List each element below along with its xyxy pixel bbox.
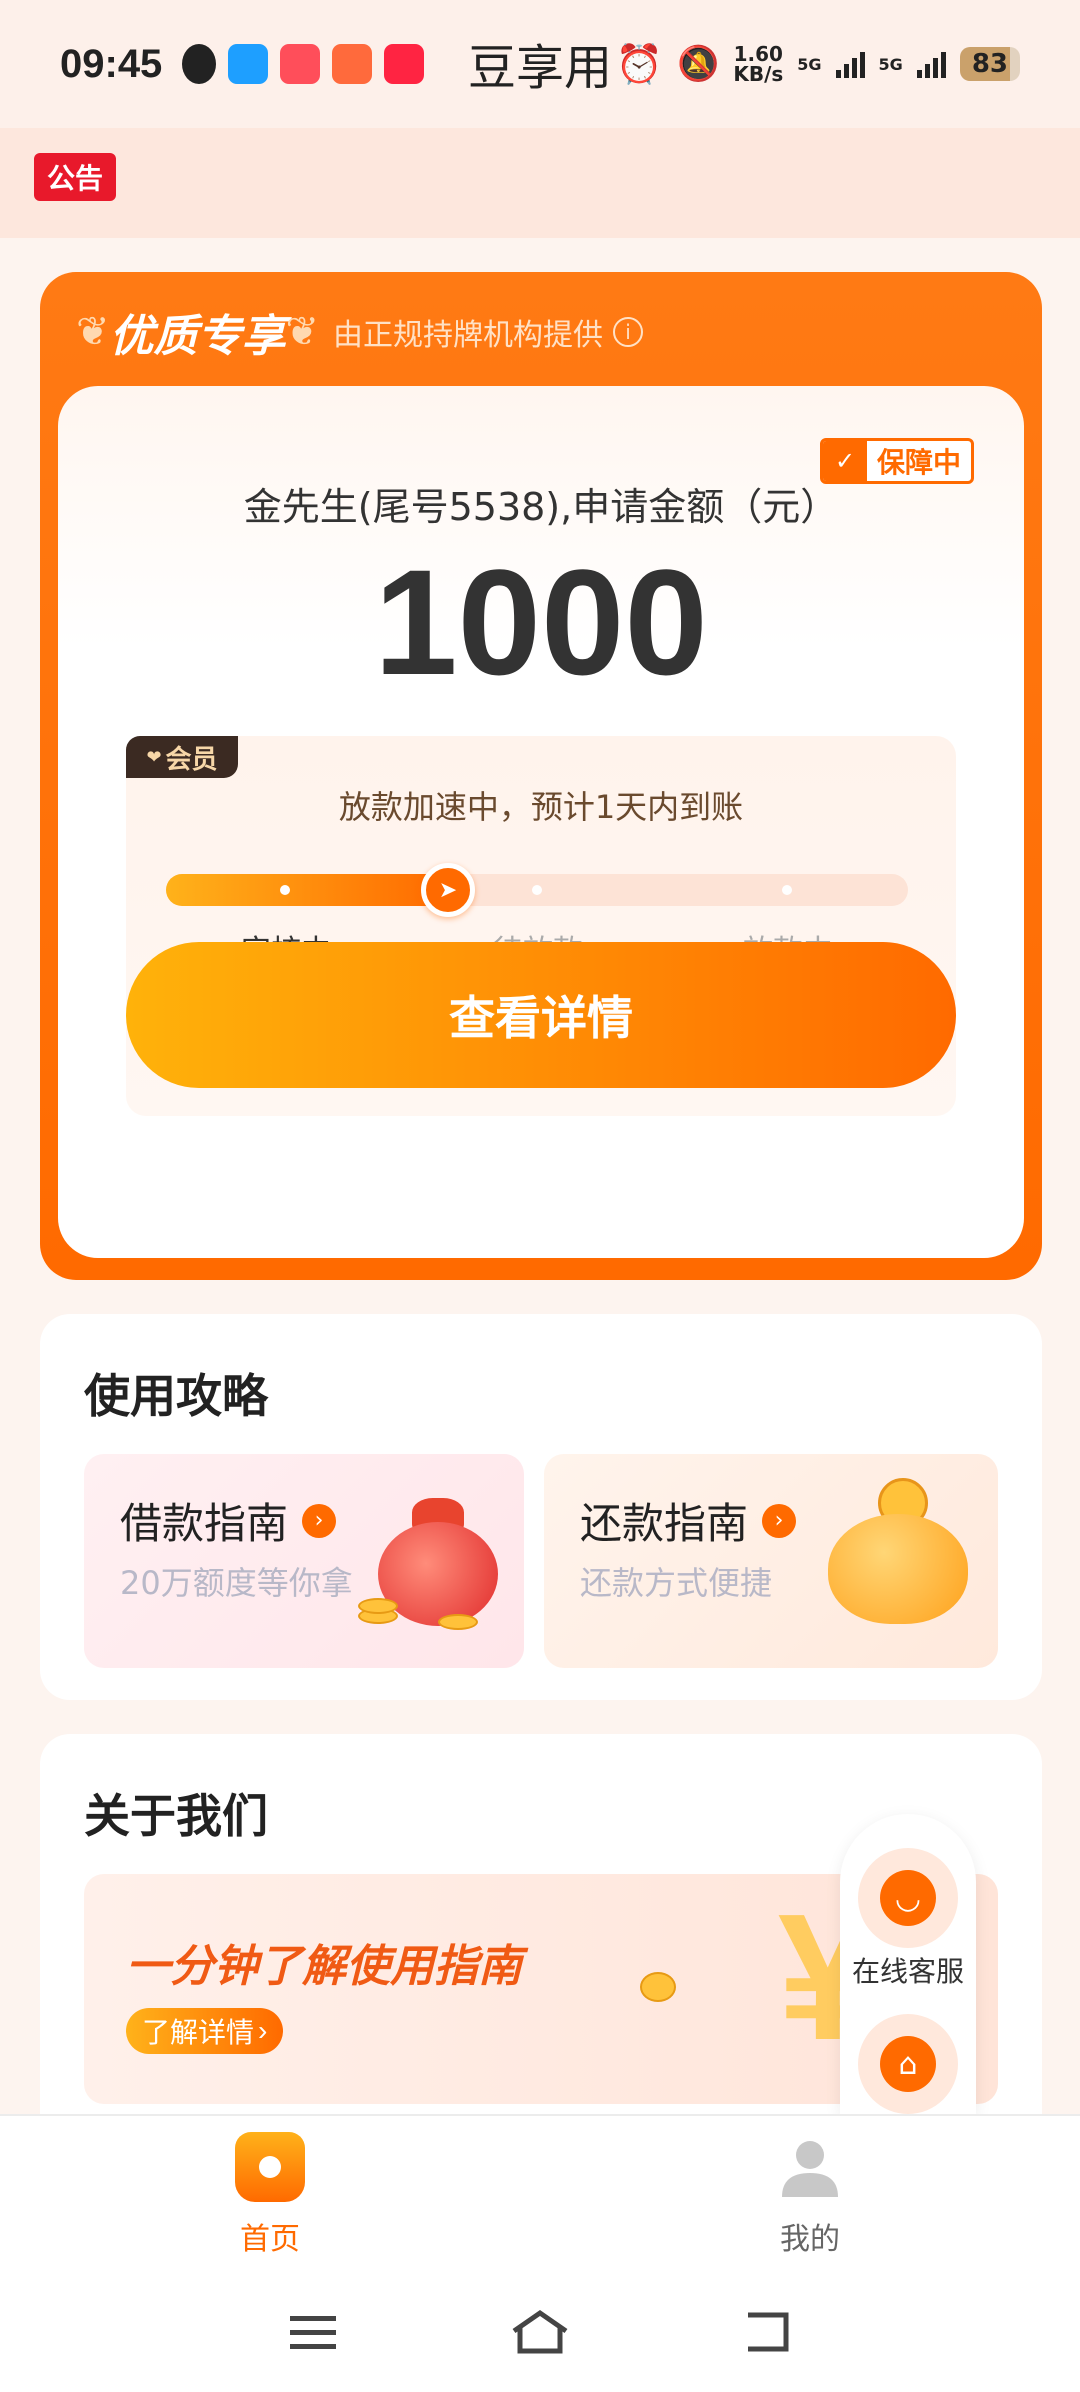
- guide-title: 使用攻略: [84, 1369, 268, 1423]
- notice-bar[interactable]: 公告: [0, 128, 1080, 238]
- menu-icon[interactable]: [278, 2297, 348, 2367]
- home-icon: [235, 2132, 305, 2202]
- customer-service-label: 在线客服: [851, 1955, 964, 1988]
- signal-label-2: 5G: [878, 54, 903, 74]
- laurel-left-icon: ❦: [76, 309, 110, 355]
- guide-card: 使用攻略 借款指南 › 20万额度等你拿 还款指南 › 还款方式便捷: [40, 1314, 1042, 1700]
- status-time: 09:45: [60, 41, 163, 86]
- system-nav: [0, 2272, 1080, 2392]
- kuaishou-icon: [332, 44, 373, 84]
- tile-title: 借款指南 ›: [120, 1490, 337, 1551]
- piggy-bank-icon: [828, 1514, 968, 1624]
- back-icon[interactable]: [732, 2297, 802, 2367]
- about-title: 关于我们: [84, 1789, 268, 1843]
- bottom-nav: 首页 我的: [0, 2114, 1080, 2272]
- chevron-right-icon: ›: [258, 2015, 268, 2046]
- signal-bars-1-icon: [835, 50, 865, 78]
- view-details-button[interactable]: 查看详情: [126, 942, 956, 1088]
- tile-title: 还款指南 ›: [580, 1490, 797, 1551]
- guarantee-label: 保障中: [877, 446, 962, 479]
- mute-icon: 🔕: [676, 44, 720, 84]
- home-button-icon[interactable]: [505, 2297, 575, 2367]
- notification-icons: [182, 44, 425, 84]
- coin-icon: [640, 1972, 676, 2002]
- battery-indicator: 83: [959, 47, 1020, 81]
- message-app-icon: [228, 44, 269, 84]
- application-panel: ✓ 保障中 金先生(尾号5538),申请金额（元） 1000 ❤ 会员 放款加速…: [58, 386, 1024, 1258]
- progress-dot: [782, 885, 792, 895]
- qq-icon: [182, 44, 217, 84]
- progress-dot: [280, 885, 290, 895]
- progress-track: ➤: [166, 863, 908, 917]
- progress-fill: [166, 874, 448, 906]
- alarm-icon: ⏰: [615, 41, 663, 86]
- tile-subtitle: 还款方式便捷: [580, 1564, 773, 1602]
- arrow-right-icon: ›: [302, 1503, 337, 1538]
- member-tag: ❤ 会员: [126, 736, 238, 778]
- applicant-info: 金先生(尾号5538),申请金额（元）: [243, 485, 839, 529]
- repay-guide-tile[interactable]: 还款指南 › 还款方式便捷: [544, 1454, 998, 1668]
- chat-icon[interactable]: ◡: [858, 1848, 958, 1948]
- net-speed: 1.60 KB/s: [733, 42, 784, 86]
- notice-badge: 公告: [34, 153, 116, 201]
- tab-mine[interactable]: 我的: [710, 2132, 910, 2258]
- game-app-icon: [280, 44, 321, 84]
- premium-title: 优质专享: [109, 311, 286, 362]
- arrow-right-icon: ›: [762, 1503, 797, 1538]
- money-bag-icon: [358, 1488, 498, 1630]
- tab-mine-label: 我的: [780, 2222, 840, 2257]
- status-right: ⏰ 🔕 1.60 KB/s 5G 5G 83: [616, 42, 1020, 87]
- user-icon: [775, 2132, 845, 2202]
- home-shortcut-icon[interactable]: ⌂: [858, 2014, 958, 2114]
- tab-home-label: 首页: [240, 2222, 300, 2257]
- rocket-icon: ➤: [420, 863, 475, 917]
- loan-guide-tile[interactable]: 借款指南 › 20万额度等你拿: [84, 1454, 524, 1668]
- tab-home[interactable]: 首页: [170, 2132, 370, 2258]
- laurel-right-icon: ❦: [285, 309, 320, 355]
- apply-amount: 1000: [374, 538, 708, 706]
- speed-text: 放款加速中，预计1天内到账: [338, 788, 744, 826]
- shield-check-icon: ✓: [823, 441, 867, 481]
- premium-subtitle: 由正规持牌机构提供: [333, 318, 604, 353]
- customer-service-float[interactable]: ◡ 在线客服 ⌂: [840, 1814, 976, 2114]
- premium-header: ❦ 优质专享 ❦ 由正规持牌机构提供 i: [76, 300, 644, 364]
- status-bar: 09:45 ⏰ 🔕 1.60 KB/s 5G 5G 83: [0, 0, 1080, 128]
- learn-more-button[interactable]: 了解详情 ›: [126, 2008, 284, 2054]
- tile-subtitle: 20万额度等你拿: [120, 1564, 353, 1602]
- info-icon[interactable]: i: [613, 317, 644, 347]
- xiaohongshu-icon: [384, 44, 425, 84]
- signal-bars-2-icon: [916, 50, 946, 78]
- progress-dot: [532, 885, 542, 895]
- member-icon: ❤: [146, 746, 162, 768]
- premium-card: ❦ 优质专享 ❦ 由正规持牌机构提供 i ✓ 保障中 金先生(尾号5538),申…: [40, 272, 1042, 1280]
- signal-label-1: 5G: [797, 54, 822, 74]
- banner-title: 一分钟了解使用指南: [126, 1941, 522, 1992]
